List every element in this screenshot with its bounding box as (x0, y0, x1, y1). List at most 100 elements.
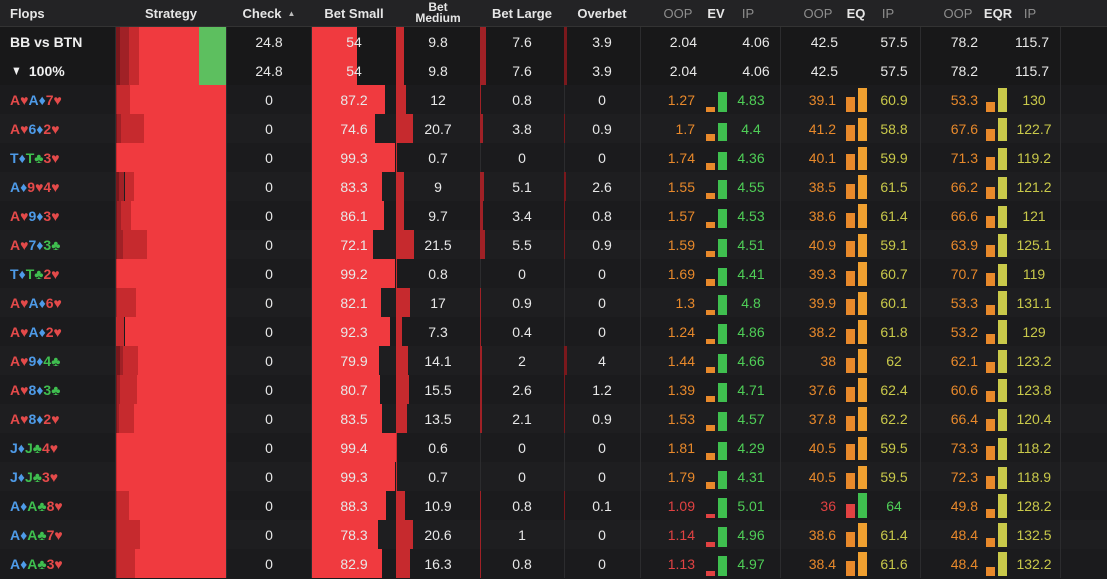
header-strategy[interactable]: Strategy (116, 0, 226, 26)
bet-large-value: 1 (518, 526, 526, 543)
strategy-bar-bet-small (130, 85, 226, 114)
bet-small-value: 54 (346, 33, 362, 50)
table-row[interactable]: J ♦ J ♣ 4 ♥ 0 99.4 0.6 0 0 1.81 4.29 40.5 59.5 73.3 118.… (0, 433, 1107, 462)
bet-large-value: 0.8 (512, 497, 532, 514)
flop-cards[interactable]: A ♥ 9 ♦ 4 ♣ (10, 346, 110, 375)
ev-oop-minibar (706, 221, 715, 228)
flop-cards[interactable]: A ♦ A ♣ 8 ♥ (10, 491, 110, 520)
table-row[interactable]: A ♥ 6 ♦ 2 ♥ 0 74.6 20.7 3.8 0.9 1.7 4.4 41.2 58.8 67.6 1… (0, 114, 1107, 143)
flop-cards[interactable]: A ♥ 7 ♦ 3 ♣ (10, 230, 110, 259)
card-rank: 4 (41, 439, 50, 456)
table-row[interactable]: J ♦ J ♣ 3 ♥ 0 99.3 0.7 0 0 1.79 4.31 40.5 59.5 72.3 118.… (0, 462, 1107, 491)
eq-ip-minibar (858, 118, 867, 141)
header-bet-large[interactable]: Bet Large (480, 0, 564, 26)
flop-cards[interactable]: A ♥ 8 ♦ 2 ♥ (10, 404, 110, 433)
flop-cards[interactable]: A ♥ 6 ♦ 2 ♥ (10, 114, 110, 143)
table-row[interactable]: A ♥ 8 ♦ 2 ♥ 0 83.5 13.5 2.1 0.9 1.53 4.57 37.8 62.2 66.… (0, 404, 1107, 433)
header-overbet[interactable]: Overbet (564, 0, 640, 26)
strategy-bar-bet-medium (116, 85, 131, 114)
card-rank: 8 (28, 410, 37, 427)
eqr-ip-value: 115.7 (1015, 62, 1049, 79)
flop-cards[interactable]: A ♦ 9 ♥ 4 ♥ (10, 172, 110, 201)
column-divider (780, 404, 781, 433)
header-bet-medium[interactable]: Bet Medium (396, 0, 480, 26)
ev-oop-minibar (706, 542, 715, 547)
table-row[interactable]: A ♥ 9 ♦ 4 ♣ 0 79.9 14.1 2 4 1.44 4.66 38 62 62.1 123.2 (0, 346, 1107, 375)
table-row[interactable]: A ♦ 9 ♥ 4 ♥ 0 83.3 9 5.1 2.6 1.55 4.55 38.5 61.5 66.2 12… (0, 172, 1107, 201)
ev-ip-minibar (718, 353, 727, 373)
column-divider (780, 317, 781, 346)
header-eq-oop[interactable]: OOP (798, 0, 838, 26)
eqr-ip-value: 131.1 (1016, 294, 1052, 311)
flop-cards[interactable]: A ♦ A ♣ 7 ♥ (10, 520, 110, 549)
overbet-value: 1.2 (592, 381, 612, 398)
eqr-ip-value: 129 (1022, 323, 1046, 340)
table-row[interactable]: A ♥ A ♦ 2 ♥ 0 92.3 7.3 0.4 0 1.24 4.86 38.2 61.8 53.2 12… (0, 317, 1107, 346)
table-row[interactable]: A ♥ 7 ♦ 3 ♣ 0 72.1 21.5 5.5 0.9 1.59 4.51 40.9 59.1 63.… (0, 230, 1107, 259)
table-row[interactable]: A ♥ A ♦ 7 ♥ 0 87.2 12 0.8 0 1.27 4.83 39.1 60.9 53.3 130 (0, 85, 1107, 114)
eqr-ip-minibar (998, 494, 1007, 518)
ev-ip-minibar (718, 238, 727, 257)
summary-label: 100% (28, 62, 65, 79)
column-divider (640, 491, 641, 520)
ev-oop-minibar (706, 424, 715, 431)
card-suit: ♥ (20, 120, 29, 137)
table-row[interactable]: T ♦ T ♣ 3 ♥ 0 99.3 0.7 0 0 1.74 4.36 40.1 59.9 71.3 119.… (0, 143, 1107, 172)
eqr-oop-value: 78.2 (950, 62, 978, 79)
header-ev[interactable]: EV (700, 0, 732, 26)
bet-large-value: 0 (518, 265, 526, 282)
table-row[interactable]: A ♥ 8 ♦ 3 ♣ 0 80.7 15.5 2.6 1.2 1.39 4.71 37.6 62.4 60.… (0, 375, 1107, 404)
table-row[interactable]: A ♦ A ♣ 8 ♥ 0 88.3 10.9 0.8 0.1 1.09 5.01 36 64 49.8 128… (0, 491, 1107, 520)
bet-small-value: 99.2 (340, 265, 368, 282)
header-eqr-ip[interactable]: IP (1018, 0, 1042, 26)
header-flops[interactable]: Flops (10, 0, 110, 26)
flop-cards[interactable]: A ♥ A ♦ 7 ♥ (10, 85, 110, 114)
ev-ip-minibar (718, 152, 727, 170)
flop-cards[interactable]: A ♦ A ♣ 3 ♥ (10, 549, 110, 578)
header-eq-ip[interactable]: IP (876, 0, 900, 26)
card-rank: A (10, 91, 21, 108)
flop-cards[interactable]: A ♥ A ♦ 6 ♥ (10, 288, 110, 317)
sort-ascending-icon[interactable]: ▲ (288, 9, 296, 18)
header-eqr-oop[interactable]: OOP (938, 0, 978, 26)
filter-icon[interactable]: ▼ (11, 63, 21, 78)
header-ev-ip[interactable]: IP (736, 0, 760, 26)
flop-cards[interactable]: A ♥ 9 ♦ 3 ♥ (10, 201, 110, 230)
flop-cards[interactable]: J ♦ J ♣ 4 ♥ (10, 433, 110, 462)
ev-oop-value: 1.79 (667, 468, 695, 485)
table-row[interactable]: A ♥ 9 ♦ 3 ♥ 0 86.1 9.7 3.4 0.8 1.57 4.53 38.6 61.4 66.6… (0, 201, 1107, 230)
header-eqr[interactable]: EQR (980, 0, 1016, 26)
header-eq[interactable]: EQ (840, 0, 872, 26)
header-check[interactable]: Check ▲ (227, 0, 311, 26)
eqr-oop-minibar (986, 305, 995, 315)
header-bet-small[interactable]: Bet Small (312, 0, 396, 26)
table-row[interactable]: A ♥ A ♦ 6 ♥ 0 82.1 17 0.9 0 1.3 4.8 39.9 60.1 53.3 131.1 (0, 288, 1107, 317)
ev-oop-minibar (706, 513, 715, 518)
header-ev-oop[interactable]: OOP (658, 0, 698, 26)
column-divider (1060, 462, 1061, 491)
eq-ip-value: 57.5 (880, 33, 908, 50)
flop-cards[interactable]: J ♦ J ♣ 3 ♥ (10, 462, 110, 491)
flop-cards[interactable]: A ♥ A ♦ 2 ♥ (10, 317, 110, 346)
eq-ip-value: 60.7 (880, 265, 908, 282)
bet-small-value: 99.3 (340, 468, 368, 485)
header-eq-label: EQ (846, 5, 866, 21)
strategy-bar-bet-small (139, 56, 199, 85)
header-eqr-ip-label: IP (1023, 5, 1037, 21)
ev-oop-minibar (706, 162, 715, 170)
summary-row[interactable]: BB vs BTN 24.8 54 9.8 7.6 3.9 2.04 4.06 42.5 57.5… (0, 27, 1107, 56)
table-row[interactable]: T ♦ T ♣ 2 ♥ 0 99.2 0.8 0 0 1.69 4.41 39.3 60.7 70.7 119 (0, 259, 1107, 288)
flop-cards[interactable]: T ♦ T ♣ 2 ♥ (10, 259, 110, 288)
bet-large-value: 2.6 (512, 381, 532, 398)
card-rank: A (10, 294, 21, 311)
eqr-oop-minibar (986, 446, 995, 460)
ev-ip-minibar (718, 555, 727, 576)
strategy-bar-bet-small (134, 549, 226, 578)
flop-cards[interactable]: T ♦ T ♣ 3 ♥ (10, 143, 110, 172)
flop-cards[interactable]: A ♥ 8 ♦ 3 ♣ (10, 375, 110, 404)
table-row[interactable]: A ♦ A ♣ 7 ♥ 0 78.3 20.6 1 0 1.14 4.96 38.6 61.4 48.4 132… (0, 520, 1107, 549)
bet-medium-value: 14.1 (424, 352, 452, 369)
table-row[interactable]: A ♦ A ♣ 3 ♥ 0 82.9 16.3 0.8 0 1.13 4.97 38.4 61.6 48.4 1… (0, 549, 1107, 578)
summary-row[interactable]: ▼ 100% 24.8 54 9.8 7.6 3.9 2.04 4.06 42.5 57.5 78.2… (0, 56, 1107, 85)
eqr-oop-minibar (986, 475, 995, 489)
